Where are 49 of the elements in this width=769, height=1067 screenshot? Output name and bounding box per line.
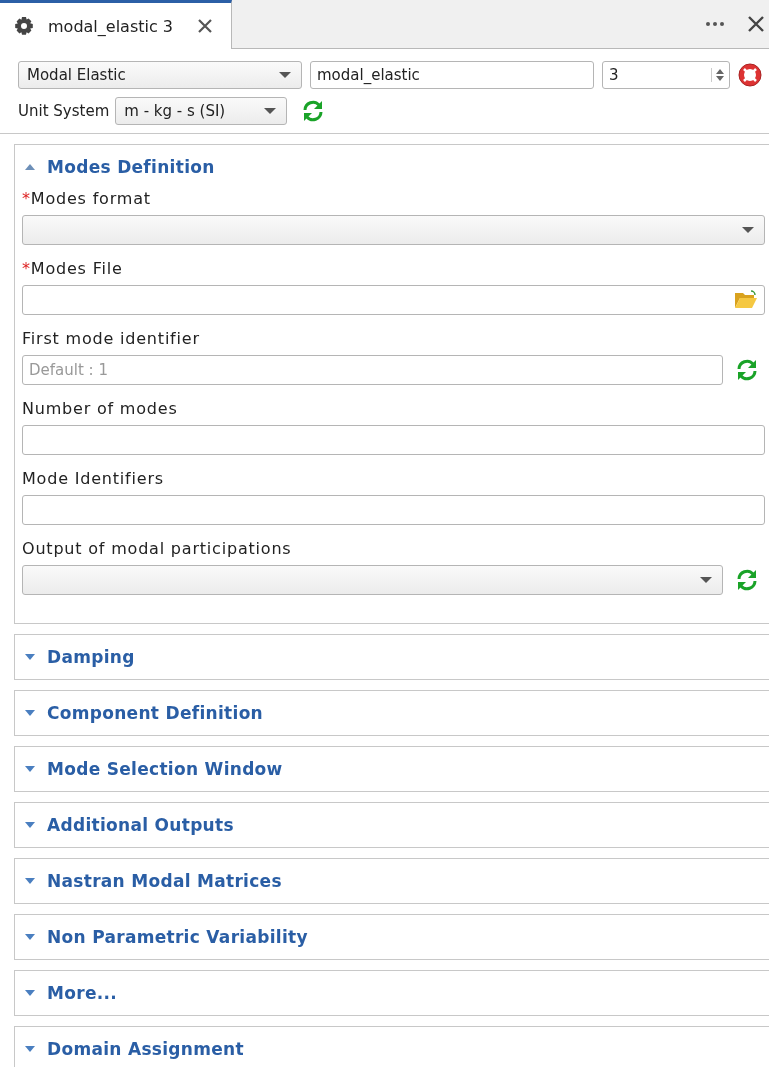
section-header[interactable]: More... xyxy=(15,971,769,1015)
expand-arrow-icon xyxy=(25,654,35,660)
file-field[interactable] xyxy=(22,285,765,315)
section-header[interactable]: Nastran Modal Matrices xyxy=(15,859,769,903)
type-dropdown[interactable]: Modal Elastic xyxy=(18,61,302,89)
caret-icon xyxy=(700,577,712,583)
editor-tab[interactable]: modal_elastic 3 xyxy=(0,0,232,49)
folder-icon[interactable] xyxy=(734,290,758,310)
more-icon[interactable] xyxy=(705,21,725,27)
collapse-arrow-icon xyxy=(25,164,35,170)
expand-arrow-icon xyxy=(25,990,35,996)
expand-arrow-icon xyxy=(25,766,35,772)
expand-arrow-icon xyxy=(25,710,35,716)
close-icon[interactable] xyxy=(747,15,765,33)
name-field[interactable]: modal_elastic xyxy=(310,61,594,89)
section-header[interactable]: Mode Selection Window xyxy=(15,747,769,791)
section-header[interactable]: Additional Outputs xyxy=(15,803,769,847)
input-field[interactable] xyxy=(22,495,765,525)
field-label: First mode identifier xyxy=(22,329,201,348)
section-header[interactable]: Damping xyxy=(15,635,769,679)
field-label: Mode Identifiers xyxy=(22,469,165,488)
close-icon[interactable] xyxy=(197,18,213,34)
caret-icon xyxy=(742,227,754,233)
input-field[interactable]: Default : 1 xyxy=(22,355,723,385)
gear-icon xyxy=(14,16,34,36)
refresh-icon[interactable] xyxy=(735,358,759,382)
expand-arrow-icon xyxy=(25,822,35,828)
unit-system-label: Unit System xyxy=(18,102,110,120)
unit-system-dropdown[interactable]: m - kg - s (SI) xyxy=(115,97,288,125)
field-label: *Modes format xyxy=(22,189,152,208)
lifebuoy-icon[interactable] xyxy=(738,63,762,87)
caret-icon xyxy=(279,72,291,78)
refresh-icon[interactable] xyxy=(735,568,759,592)
section-header[interactable]: Non Parametric Variability xyxy=(15,915,769,959)
spin-arrows-icon[interactable] xyxy=(711,68,725,82)
section-header[interactable]: Domain Assignment xyxy=(15,1027,769,1067)
expand-arrow-icon xyxy=(25,934,35,940)
field-label: Output of modal participations xyxy=(22,539,293,558)
dropdown[interactable] xyxy=(22,565,723,595)
section-header[interactable]: Modes Definition xyxy=(15,145,769,189)
section-header[interactable]: Component Definition xyxy=(15,691,769,735)
expand-arrow-icon xyxy=(25,878,35,884)
expand-arrow-icon xyxy=(25,1046,35,1052)
field-label: Number of modes xyxy=(22,399,179,418)
input-field[interactable] xyxy=(22,425,765,455)
field-label: *Modes File xyxy=(22,259,124,278)
dropdown[interactable] xyxy=(22,215,765,245)
number-spinbox[interactable]: 3 xyxy=(602,61,730,89)
caret-icon xyxy=(264,108,277,114)
